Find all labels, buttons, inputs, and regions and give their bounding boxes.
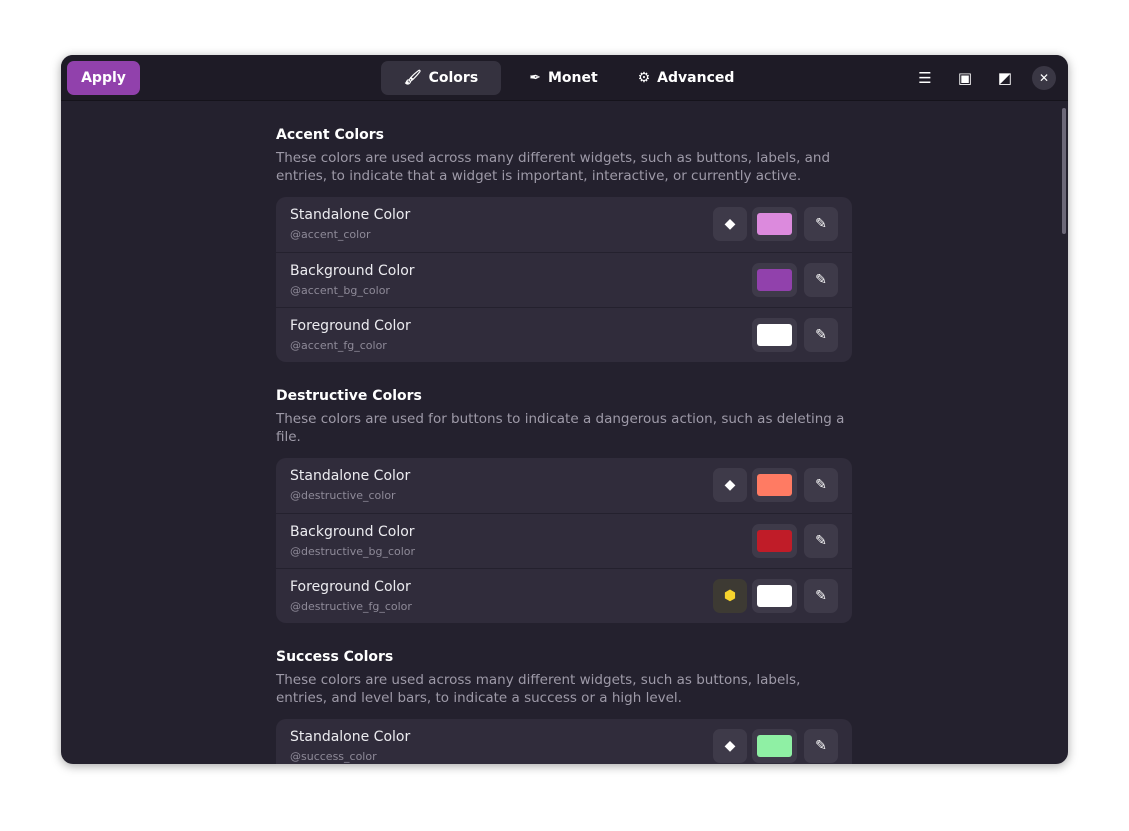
color-title: Background Color bbox=[290, 524, 415, 540]
color-swatch-button[interactable] bbox=[752, 207, 797, 241]
pencil-icon[interactable]: ✎ bbox=[804, 468, 838, 502]
color-swatch bbox=[757, 530, 792, 552]
pencil-icon[interactable]: ✎ bbox=[804, 729, 838, 763]
tab-label: Monet bbox=[548, 70, 598, 86]
color-swatch-button[interactable] bbox=[752, 579, 797, 613]
header-bar: Apply 🖌 Colors ✒ Monet ⚙ Advanced ☰ ▣ ◩ ✕ bbox=[61, 55, 1068, 101]
content: Accent Colors These colors are used acro… bbox=[276, 101, 852, 764]
section-title: Success Colors bbox=[276, 649, 852, 665]
color-row: Standalone Color @success_color ◆ ✎ bbox=[276, 719, 852, 764]
tab-label: Colors bbox=[429, 70, 479, 86]
color-title: Foreground Color bbox=[290, 579, 411, 595]
color-variable: @destructive_color bbox=[290, 489, 396, 502]
color-swatch-button[interactable] bbox=[752, 468, 797, 502]
section-description: These colors are used for buttons to ind… bbox=[276, 410, 852, 446]
help-icon[interactable]: ◆ bbox=[713, 468, 747, 502]
pencil-icon[interactable]: ✎ bbox=[804, 318, 838, 352]
color-title: Standalone Color bbox=[290, 207, 410, 223]
color-swatch-button[interactable] bbox=[752, 263, 797, 297]
color-row: Background Color @accent_bg_color ✎ bbox=[276, 252, 852, 307]
apply-button[interactable]: Apply bbox=[67, 61, 140, 95]
color-title: Standalone Color bbox=[290, 729, 410, 745]
gear-icon: ⚙ bbox=[638, 70, 651, 86]
color-swatch bbox=[757, 269, 792, 291]
window: Apply 🖌 Colors ✒ Monet ⚙ Advanced ☰ ▣ ◩ ✕ A… bbox=[61, 55, 1068, 764]
color-row: Background Color @destructive_bg_color ✎ bbox=[276, 513, 852, 568]
section-description: These colors are used across many differ… bbox=[276, 149, 852, 185]
color-title: Background Color bbox=[290, 263, 415, 279]
color-swatch-button[interactable] bbox=[752, 318, 797, 352]
section-title: Accent Colors bbox=[276, 127, 852, 143]
tab-monet[interactable]: ✒ Monet bbox=[516, 61, 611, 95]
color-swatch bbox=[757, 213, 792, 235]
help-icon[interactable]: ◆ bbox=[713, 729, 747, 763]
pencil-icon[interactable]: ✎ bbox=[804, 263, 838, 297]
scrollbar[interactable] bbox=[1062, 108, 1066, 234]
eyedropper-icon: ✒ bbox=[529, 70, 541, 86]
color-row: Foreground Color @destructive_fg_color⬢ … bbox=[276, 568, 852, 623]
pencil-icon[interactable]: ✎ bbox=[804, 207, 838, 241]
brush-icon: 🖌 bbox=[404, 70, 422, 86]
color-variable: @accent_bg_color bbox=[290, 284, 390, 297]
tab-advanced[interactable]: ⚙ Advanced bbox=[631, 61, 741, 95]
color-row: Standalone Color @destructive_color ◆ ✎ bbox=[276, 458, 852, 513]
color-swatch bbox=[757, 474, 792, 496]
pencil-icon[interactable]: ✎ bbox=[804, 579, 838, 613]
tab-colors[interactable]: 🖌 Colors bbox=[381, 61, 501, 95]
section-description: These colors are used across many differ… bbox=[276, 671, 852, 707]
help-icon[interactable]: ◆ bbox=[713, 207, 747, 241]
tab-label: Advanced bbox=[657, 70, 734, 86]
section-title: Destructive Colors bbox=[276, 388, 852, 404]
color-variable: @success_color bbox=[290, 750, 377, 763]
color-swatch bbox=[757, 324, 792, 346]
color-swatch-button[interactable] bbox=[752, 524, 797, 558]
color-swatch-button[interactable] bbox=[752, 729, 797, 763]
color-row: Foreground Color @accent_fg_color ✎ bbox=[276, 307, 852, 362]
contrast-warning-icon[interactable]: ⬢ bbox=[713, 579, 747, 613]
color-row: Standalone Color @accent_color ◆ ✎ bbox=[276, 197, 852, 252]
color-swatch bbox=[757, 585, 792, 607]
color-swatch bbox=[757, 735, 792, 757]
theme-edit-icon[interactable]: ◩ bbox=[992, 65, 1018, 91]
color-list: Standalone Color @accent_color ◆ ✎ Backgr… bbox=[276, 197, 852, 362]
color-title: Foreground Color bbox=[290, 318, 411, 334]
color-variable: @destructive_fg_color bbox=[290, 600, 412, 613]
color-variable: @destructive_bg_color bbox=[290, 545, 415, 558]
color-variable: @accent_color bbox=[290, 228, 370, 241]
close-button[interactable]: ✕ bbox=[1032, 66, 1056, 90]
color-list: Standalone Color @destructive_color ◆ ✎ B… bbox=[276, 458, 852, 623]
pencil-icon[interactable]: ✎ bbox=[804, 524, 838, 558]
color-variable: @accent_fg_color bbox=[290, 339, 387, 352]
menu-icon[interactable]: ☰ bbox=[912, 65, 938, 91]
color-list: Standalone Color @success_color◆ ✎ Backg… bbox=[276, 719, 852, 764]
color-title: Standalone Color bbox=[290, 468, 410, 484]
preset-check-icon[interactable]: ▣ bbox=[952, 65, 978, 91]
